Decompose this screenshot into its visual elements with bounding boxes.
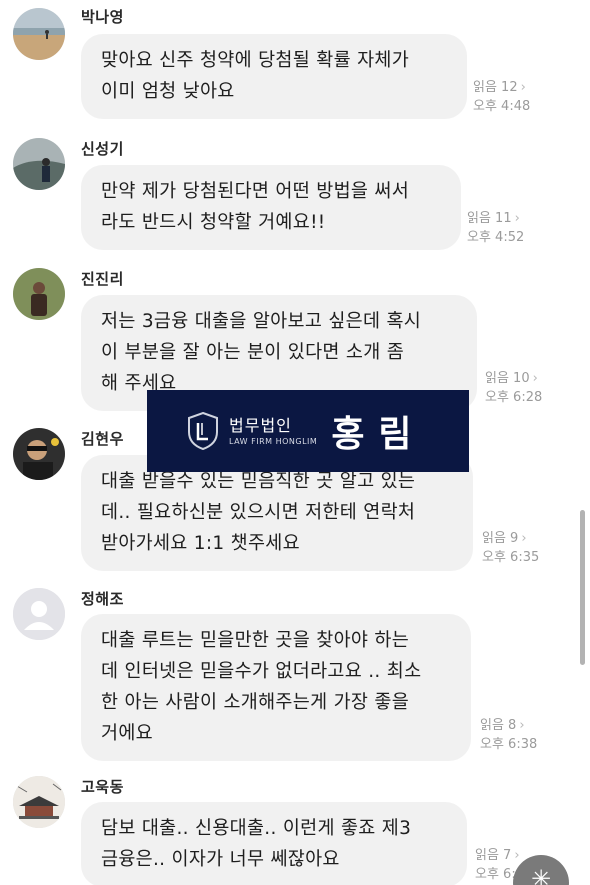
read-count: 읽음 12 bbox=[473, 80, 518, 95]
chevron-right-icon: › bbox=[514, 211, 520, 226]
avatar[interactable] bbox=[13, 8, 65, 60]
avatar[interactable] bbox=[13, 268, 65, 320]
message-time: 오후 4:52 bbox=[467, 230, 525, 245]
avatar[interactable] bbox=[13, 776, 65, 828]
message-meta: 읽음 12 › 오후 4:48 bbox=[473, 78, 530, 116]
message-time: 오후 6:35 bbox=[482, 550, 540, 565]
scrollbar[interactable] bbox=[580, 510, 585, 665]
banner-firm-label: 법무법인 bbox=[229, 415, 292, 435]
avatar-person-photo-icon bbox=[13, 138, 65, 190]
sender-name: 고욱동 bbox=[81, 778, 124, 796]
law-firm-watermark-banner: 법무법인 LAW FIRM HONGLIM 홍림 bbox=[147, 390, 469, 472]
avatar[interactable] bbox=[13, 138, 65, 190]
message-meta: 읽음 8 › 오후 6:38 bbox=[480, 716, 537, 754]
message-meta: 읽음 10 › 오후 6:28 bbox=[485, 369, 542, 407]
sender-name: 박나영 bbox=[81, 8, 124, 26]
avatar-palace-painting-icon bbox=[13, 776, 65, 828]
default-profile-icon bbox=[13, 588, 65, 640]
chevron-right-icon: › bbox=[521, 531, 527, 546]
banner-firm-english: LAW FIRM HONGLIM bbox=[229, 436, 318, 446]
message-bubble[interactable]: 대출 받을수 있는 믿음직한 곳 알고 있는 데.. 필요하신분 있으시면 저한… bbox=[81, 455, 473, 571]
message-bubble[interactable]: 맞아요 신주 청약에 당첨될 확률 자체가 이미 엄청 낮아요 bbox=[81, 34, 467, 119]
banner-firm-name: 홍림 bbox=[331, 414, 426, 455]
avatar-person-photo-icon bbox=[13, 268, 65, 320]
asterisk-icon: ✳ bbox=[530, 865, 552, 885]
avatar[interactable] bbox=[13, 428, 65, 480]
read-count: 읽음 11 bbox=[467, 211, 512, 226]
chevron-right-icon: › bbox=[532, 371, 538, 386]
read-count: 읽음 9 bbox=[482, 531, 519, 546]
message-meta: 읽음 11 › 오후 4:52 bbox=[467, 209, 524, 247]
message-time: 오후 4:48 bbox=[473, 99, 531, 114]
message-bubble[interactable]: 담보 대출.. 신용대출.. 이런게 좋죠 제3 금융은.. 이자가 너무 쎄잖… bbox=[81, 802, 467, 885]
sender-name: 정해조 bbox=[81, 590, 124, 608]
avatar-beach-photo-icon bbox=[13, 8, 65, 60]
sender-name: 진진리 bbox=[81, 270, 124, 288]
avatar-person-photo-icon bbox=[13, 428, 65, 480]
banner-texts: 법무법인 LAW FIRM HONGLIM bbox=[229, 416, 317, 447]
law-firm-emblem-icon bbox=[188, 412, 218, 450]
chevron-right-icon: › bbox=[514, 848, 520, 863]
message-meta: 읽음 9 › 오후 6:35 bbox=[482, 529, 539, 567]
chevron-right-icon: › bbox=[519, 718, 525, 733]
sender-name: 김현우 bbox=[81, 430, 124, 448]
sender-name: 신성기 bbox=[81, 140, 124, 158]
message-bubble[interactable]: 만약 제가 당첨된다면 어떤 방법을 써서 라도 반드시 청약할 거예요!! bbox=[81, 165, 461, 250]
avatar[interactable] bbox=[13, 588, 65, 640]
chevron-right-icon: › bbox=[520, 80, 526, 95]
read-count: 읽음 10 bbox=[485, 371, 530, 386]
message-time: 오후 6:28 bbox=[485, 390, 543, 405]
message-bubble[interactable]: 대출 루트는 믿을만한 곳을 찾아야 하는 데 인터넷은 믿을수가 없더라고요 … bbox=[81, 614, 471, 761]
read-count: 읽음 8 bbox=[480, 718, 517, 733]
read-count: 읽음 7 bbox=[475, 848, 512, 863]
message-time: 오후 6:38 bbox=[480, 737, 538, 752]
